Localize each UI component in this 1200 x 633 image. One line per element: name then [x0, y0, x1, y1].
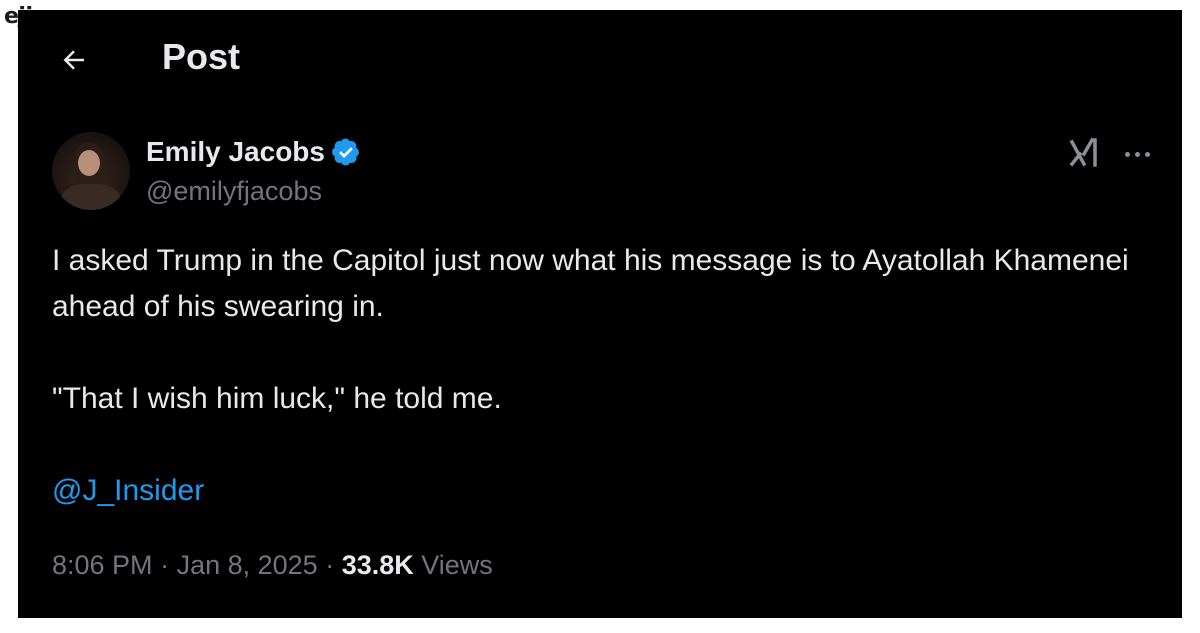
author-handle[interactable]: @emilyfjacobs [146, 176, 322, 207]
post-text-paragraph: "That I wish him luck," he told me. [52, 382, 502, 415]
mention-link[interactable]: @J_Insider [52, 474, 204, 508]
views-label: Views [413, 550, 493, 580]
more-button[interactable] [1120, 142, 1154, 166]
back-arrow-icon [63, 50, 84, 70]
header-bar: Post [18, 10, 1182, 104]
grok-icon[interactable] [1068, 136, 1102, 170]
more-icon [1124, 151, 1130, 157]
post-date[interactable]: Jan 8, 2025 [177, 550, 318, 580]
author-name[interactable]: Emily Jacobs [146, 136, 325, 168]
post-meta: 8:06 PM · Jan 8, 2025 · 33.8K Views [52, 550, 493, 581]
verified-badge-icon [332, 138, 360, 166]
avatar[interactable] [52, 132, 130, 210]
author-name-row[interactable]: Emily Jacobs [146, 136, 361, 168]
views-count[interactable]: 33.8K [342, 550, 414, 580]
meta-separator: · [317, 550, 342, 580]
post-text: I asked Trump in the Capitol just now wh… [52, 238, 1152, 422]
post-text-paragraph: I asked Trump in the Capitol just now wh… [52, 244, 1129, 323]
post-view: Post Emily Jacobs @emilyfjacobs I asked … [18, 10, 1182, 618]
post-time[interactable]: 8:06 PM [52, 550, 153, 580]
back-button[interactable] [56, 42, 92, 78]
page-title: Post [162, 36, 241, 77]
meta-separator: · [152, 550, 177, 580]
